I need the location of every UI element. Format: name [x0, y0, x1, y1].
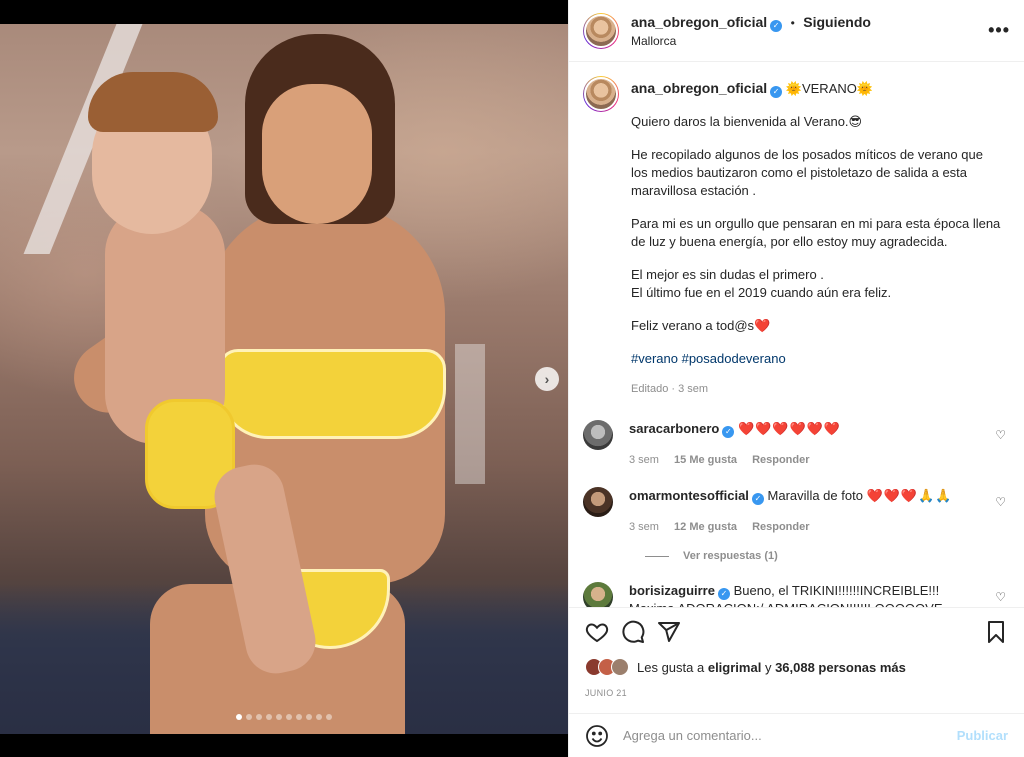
caption-paragraph: Quiero daros la bienvenida al Verano.😎 — [631, 114, 863, 129]
carousel-next-button[interactable]: › — [535, 367, 559, 391]
post-caption: ana_obregon_oficial ✓ 🌞VERANO🌞 Quiero dar… — [583, 76, 1008, 398]
comment-username[interactable]: omarmontesofficial — [629, 488, 749, 503]
liker-avatars[interactable] — [585, 658, 629, 676]
verified-badge-icon: ✓ — [770, 86, 783, 98]
carousel-dot[interactable] — [296, 714, 302, 720]
comment-age: 3 sem — [629, 521, 659, 533]
verified-badge-icon: ✓ — [770, 19, 783, 32]
reply-button[interactable]: Responder — [752, 521, 809, 533]
comment-like-heart-icon[interactable]: ♡ — [995, 495, 1006, 509]
caption-meta: Editado · 3 sem — [631, 383, 709, 395]
header-username[interactable]: ana_obregon_oficial — [631, 14, 767, 30]
comment-body: saracarbonero ✓ ❤️❤️❤️❤️❤️❤️ 3 sem 15 Me … — [629, 420, 959, 469]
caption-paragraph: Feliz verano a tod@s❤️ — [631, 318, 771, 333]
carousel-dot[interactable] — [286, 714, 292, 720]
likes-user[interactable]: eligrimal — [708, 660, 761, 675]
comment-like-heart-icon[interactable]: ♡ — [995, 428, 1006, 442]
comment-avatar[interactable] — [583, 420, 613, 450]
comment-text: Maravilla de foto — [767, 488, 863, 503]
caption-paragraph: He recopilado algunos de los posados mít… — [631, 147, 983, 198]
comment-username[interactable]: borisizaguirre — [629, 583, 715, 598]
caption-username[interactable]: ana_obregon_oficial — [631, 80, 767, 96]
comment-body: omarmontesofficial ✓ Maravilla de foto ❤️… — [629, 487, 959, 536]
likes-prefix: Les gusta a — [637, 659, 705, 675]
carousel-dot[interactable] — [316, 714, 322, 720]
comment-body: borisizaguirre ✓ Bueno, el TRIKINI!!!!!!I… — [629, 582, 959, 607]
publish-button[interactable]: Publicar — [957, 728, 1008, 743]
caption-body: ana_obregon_oficial ✓ 🌞VERANO🌞 Quiero dar… — [631, 76, 1001, 398]
post-date[interactable]: JUNIO 21 — [585, 688, 1008, 698]
header-names: ana_obregon_oficial ✓ • Siguiendo Mallorc… — [631, 12, 871, 50]
save-bookmark-icon[interactable] — [984, 620, 1008, 644]
carousel-dot[interactable] — [246, 714, 252, 720]
comment-meta: 3 sem 12 Me gusta Responder — [629, 519, 959, 536]
likes-summary: Les gusta a eligrimal y 36,088 personas … — [585, 658, 1008, 676]
caption-paragraph: El último fue en el 2019 cuando aún era … — [631, 285, 892, 300]
comment-item: borisizaguirre ✓ Bueno, el TRIKINI!!!!!!I… — [583, 582, 1008, 607]
comments-section[interactable]: ana_obregon_oficial ✓ 🌞VERANO🌞 Quiero dar… — [569, 62, 1024, 607]
comment-likes[interactable]: 15 Me gusta — [674, 454, 737, 466]
comment-meta: 3 sem 15 Me gusta Responder — [629, 452, 959, 469]
divider — [645, 555, 669, 557]
photo-figure-face — [262, 84, 372, 224]
comment-item: omarmontesofficial ✓ Maravilla de foto ❤️… — [583, 487, 1008, 536]
comment-composer: Publicar — [569, 713, 1024, 757]
reply-button[interactable]: Responder — [752, 454, 809, 466]
comment-like-heart-icon[interactable]: ♡ — [995, 590, 1006, 604]
comment-likes[interactable]: 12 Me gusta — [674, 521, 737, 533]
comment-username[interactable]: saracarbonero — [629, 421, 719, 436]
carousel-dots — [0, 714, 568, 720]
comment-age: 3 sem — [629, 454, 659, 466]
more-options-icon[interactable]: ••• — [988, 20, 1010, 41]
photo-bikini-top — [218, 349, 446, 439]
caption-hashtags[interactable]: #verano #posadodeverano — [631, 350, 1001, 368]
emoji-smiley-icon[interactable] — [585, 724, 609, 748]
header-separator: • — [790, 15, 795, 30]
post-actions: Les gusta a eligrimal y 36,088 personas … — [569, 607, 1024, 713]
likes-connector: y — [764, 659, 772, 675]
action-icons — [585, 618, 1008, 646]
comment-emoji: ❤️❤️❤️🙏🙏 — [866, 488, 953, 503]
view-replies-button[interactable]: Ver respuestas (1) — [645, 550, 1008, 562]
chevron-right-icon: › — [544, 371, 550, 387]
comment-item: saracarbonero ✓ ❤️❤️❤️❤️❤️❤️ 3 sem 15 Me … — [583, 420, 1008, 469]
carousel-dot[interactable] — [326, 714, 332, 720]
caption-paragraph: El mejor es sin dudas el primero . — [631, 267, 824, 282]
post-details-panel: ana_obregon_oficial ✓ • Siguiendo Mallorc… — [568, 0, 1024, 757]
carousel-dot[interactable] — [236, 714, 242, 720]
verified-badge-icon: ✓ — [722, 426, 735, 438]
carousel-dot[interactable] — [266, 714, 272, 720]
carousel-dot[interactable] — [306, 714, 312, 720]
comment-bubble-icon[interactable] — [621, 620, 645, 644]
comment-avatar[interactable] — [583, 582, 613, 607]
post-media: › — [0, 0, 568, 757]
caption-title: 🌞VERANO🌞 — [785, 81, 874, 96]
avatar[interactable] — [583, 12, 619, 49]
comment-text: ❤️❤️❤️❤️❤️❤️ — [737, 421, 842, 436]
caption-avatar[interactable] — [583, 76, 619, 112]
caption-paragraph: Para mi es un orgullo que pensaran en mi… — [631, 216, 1001, 249]
carousel-dot[interactable] — [276, 714, 282, 720]
post-photo[interactable] — [0, 24, 568, 734]
carousel-dot[interactable] — [256, 714, 262, 720]
comment-input[interactable] — [623, 728, 957, 743]
verified-badge-icon: ✓ — [751, 493, 764, 505]
photo-child-hair — [88, 72, 218, 132]
share-paper-plane-icon[interactable] — [657, 620, 681, 644]
comment-avatar[interactable] — [583, 487, 613, 517]
like-heart-icon[interactable] — [585, 620, 609, 644]
view-replies-label: Ver respuestas (1) — [683, 550, 778, 562]
following-button[interactable]: Siguiendo — [803, 14, 871, 30]
post-header: ana_obregon_oficial ✓ • Siguiendo Mallorc… — [569, 0, 1024, 62]
likes-count[interactable]: 36,088 personas más — [775, 660, 906, 675]
verified-badge-icon: ✓ — [717, 588, 730, 600]
location-link[interactable]: Mallorca — [631, 33, 871, 49]
photo-stair-rail-right — [455, 344, 485, 484]
